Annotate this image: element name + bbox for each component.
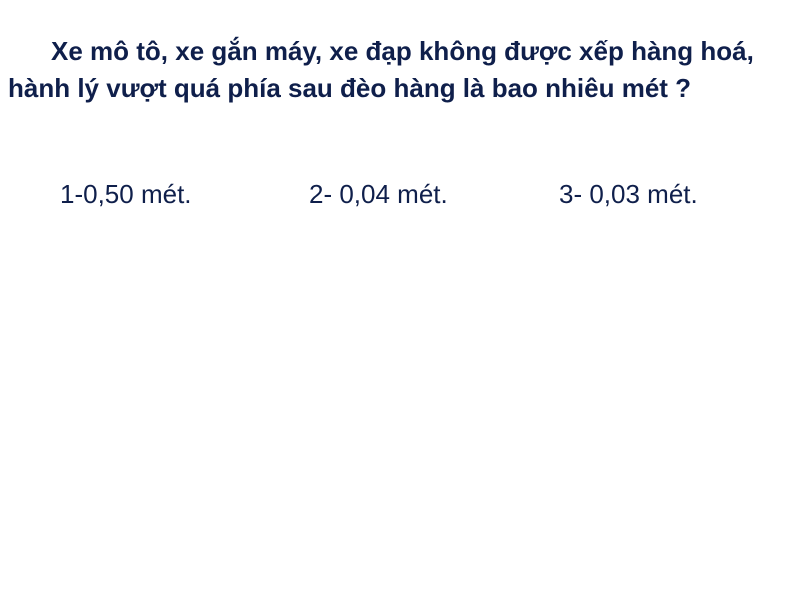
slide: Xe mô tô, xe gắn máy, xe đạp không được … [0, 0, 800, 600]
question-text: Xe mô tô, xe gắn máy, xe đạp không được … [8, 36, 754, 103]
answer-option-2: 2- 0,04 mét. [309, 179, 448, 209]
answer-option-3: 3- 0,03 mét. [559, 179, 698, 209]
answer-option-1: 1-0,50 mét. [60, 179, 192, 209]
